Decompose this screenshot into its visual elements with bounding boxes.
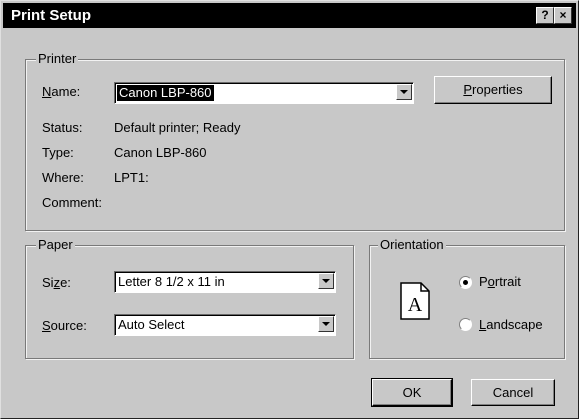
orientation-group: Orientation A Portrait Landscape — [369, 237, 565, 359]
paper-source-value: Auto Select — [118, 317, 185, 332]
properties-button[interactable]: Properties — [434, 76, 552, 104]
paper-group-label: Paper — [36, 237, 75, 253]
status-label: Status: — [42, 120, 83, 135]
paper-size-value: Letter 8 1/2 x 11 in — [118, 274, 225, 289]
dialog-title: Print Setup — [11, 7, 92, 24]
print-setup-dialog: Print Setup ? × Printer Name: Canon LBP-… — [0, 0, 579, 419]
printer-name-select[interactable]: Canon LBP-860 — [114, 82, 414, 104]
comment-label: Comment: — [42, 195, 102, 210]
status-value: Default printer; Ready — [114, 120, 241, 135]
where-value: LPT1: — [114, 170, 149, 185]
chevron-down-icon[interactable] — [318, 273, 334, 289]
cancel-button[interactable]: Cancel — [471, 379, 555, 406]
title-bar[interactable]: Print Setup ? × — [3, 3, 576, 28]
close-button[interactable]: × — [554, 7, 572, 24]
where-label: Where: — [42, 170, 84, 185]
page-letter: A — [408, 294, 423, 316]
portrait-label[interactable]: Portrait — [479, 274, 521, 290]
portrait-page-icon: A — [400, 282, 430, 320]
portrait-radio[interactable] — [459, 276, 472, 289]
size-label: Size: — [42, 275, 71, 290]
printer-group: Printer Name: Canon LBP-860 Properties S… — [25, 51, 565, 231]
help-button[interactable]: ? — [536, 7, 554, 24]
type-label: Type: — [42, 145, 74, 160]
landscape-radio[interactable] — [459, 318, 472, 331]
source-label: Source: — [42, 318, 87, 333]
paper-source-select[interactable]: Auto Select — [114, 314, 336, 336]
chevron-down-icon[interactable] — [396, 84, 412, 100]
printer-name-value: Canon LBP-860 — [117, 85, 214, 101]
type-value: Canon LBP-860 — [114, 145, 207, 160]
orientation-group-label: Orientation — [378, 237, 446, 253]
paper-size-select[interactable]: Letter 8 1/2 x 11 in — [114, 271, 336, 293]
paper-group: Paper Size: Letter 8 1/2 x 11 in Source:… — [25, 237, 354, 359]
printer-group-label: Printer — [36, 51, 79, 67]
chevron-down-icon[interactable] — [318, 316, 334, 332]
landscape-label[interactable]: Landscape — [479, 317, 543, 333]
ok-button[interactable]: OK — [371, 378, 453, 407]
name-label: Name: — [42, 84, 81, 99]
